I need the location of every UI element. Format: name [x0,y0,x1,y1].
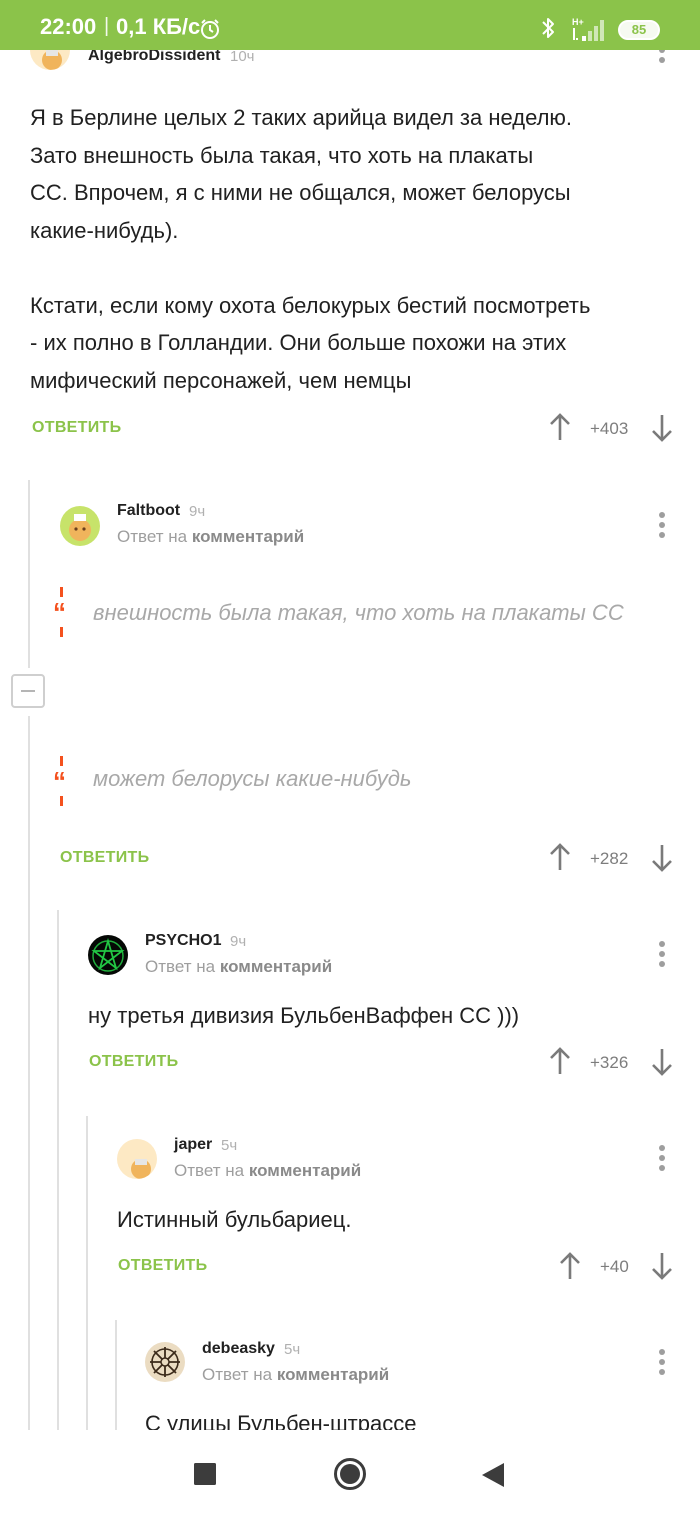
upvote-arrow-icon[interactable] [549,412,571,442]
avatar[interactable] [117,1139,157,1179]
more-options-icon[interactable] [658,941,666,967]
reply-to-link[interactable]: комментарий [249,1161,361,1180]
avatar[interactable] [30,50,70,70]
bluetooth-icon [542,18,554,38]
battery-icon: 85 [618,20,660,40]
upvote-arrow-icon[interactable] [559,1251,581,1281]
reply-to-line: Ответ на комментарий [174,1161,362,1180]
avatar[interactable] [88,935,128,975]
thread-line-level-3 [86,1116,88,1430]
status-separator: | [104,15,110,37]
comment-author[interactable]: Faltboot [117,502,180,520]
more-options-icon[interactable] [658,1349,666,1375]
thread-line-level-4 [115,1320,117,1430]
comment-time: 5ч [221,1137,238,1154]
comment-text: Истинный бульбариец. [117,1207,352,1232]
thread-line-level-2 [57,910,59,1430]
reply-button[interactable]: ОТВЕТИТЬ [60,849,149,867]
reply-to-line: Ответ на комментарий [145,957,333,976]
reply-to-link[interactable]: комментарий [192,527,304,546]
more-options-icon[interactable] [658,50,666,73]
reply-to-link[interactable]: комментарий [220,957,332,976]
quote-text: может белорусы какие-нибудь [93,766,412,791]
comment-time: 9ч [230,933,247,950]
status-time: 22:00 [40,14,97,39]
comment-author[interactable]: PSYCHO1 [145,932,221,950]
upvote-arrow-icon[interactable] [549,842,571,872]
reply-button[interactable]: ОТВЕТИТЬ [89,1053,178,1071]
home-button[interactable] [333,1457,367,1491]
comment-score: +403 [590,419,629,438]
comments-feed[interactable]: AlgebroDissident 10ч Я в Берлине целых 2… [0,50,700,1430]
quote-icon: “ [53,756,66,806]
more-options-icon[interactable] [658,512,666,538]
recents-button[interactable] [194,1463,216,1485]
avatar[interactable] [60,506,100,546]
reply-to-line: Ответ на комментарий [117,527,305,546]
comment-time: 9ч [189,503,206,520]
comment-score: +282 [590,849,629,868]
comment-time: 10ч [230,50,255,65]
downvote-arrow-icon[interactable] [651,1047,673,1077]
downvote-arrow-icon[interactable] [651,843,673,873]
comment-text: Я в Берлине целых 2 таких арийца видел з… [30,105,591,393]
upvote-arrow-icon[interactable] [549,1046,571,1076]
back-button[interactable] [482,1463,504,1487]
alarm-icon [201,19,219,39]
svg-text:“: “ [53,766,66,796]
downvote-arrow-icon[interactable] [651,413,673,443]
comment-score: +40 [600,1257,629,1276]
comment-author[interactable]: japer [174,1136,212,1154]
reply-to-line: Ответ на комментарий [202,1365,390,1384]
reply-button[interactable]: ОТВЕТИТЬ [32,419,121,437]
system-navigation-bar [0,1430,700,1516]
quote-text: внешность была такая, что хоть на плакат… [93,600,624,625]
reply-to-link[interactable]: комментарий [277,1365,389,1384]
thread-line-level-1 [28,480,30,668]
reply-button[interactable]: ОТВЕТИТЬ [118,1257,207,1275]
more-options-icon[interactable] [658,1145,666,1171]
downvote-arrow-icon[interactable] [651,1251,673,1281]
network-speed: 0,1 КБ/с [116,14,201,39]
comment-author[interactable]: debeasky [202,1340,275,1358]
comment-text: С улицы Бульбен-штрассе [145,1411,417,1430]
collapse-thread-button[interactable] [11,674,45,708]
comment-text: ну третья дивизия БульбенВаффен СС ))) [88,1003,520,1028]
thread-line-level-1 [28,716,30,1430]
comment-score: +326 [590,1053,629,1072]
svg-text:H+: H+ [572,17,584,27]
comment-time: 5ч [284,1341,301,1358]
minus-icon [21,690,35,692]
signal-icon: H+ [572,17,604,41]
svg-text:“: “ [53,597,66,627]
avatar[interactable] [145,1342,185,1382]
status-bar: 22:00 | 0,1 КБ/с H+ 85 [0,0,700,50]
quote-icon: “ [53,587,66,637]
comment-author[interactable]: AlgebroDissident [88,50,220,65]
